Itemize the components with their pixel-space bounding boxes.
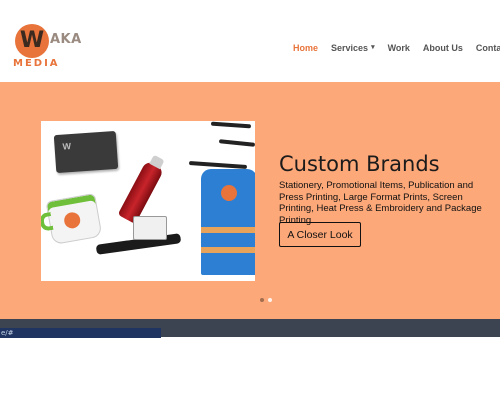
slider-dot-2[interactable]	[268, 298, 272, 302]
logo-suffix: AKA	[50, 32, 82, 47]
logo-letter: W	[19, 28, 45, 53]
nav-home[interactable]: Home	[293, 43, 318, 53]
products-image: W	[41, 121, 255, 281]
nav-services[interactable]: Services ▾	[331, 43, 375, 53]
mug-product	[41, 192, 103, 246]
nav-contact[interactable]: Contact U	[476, 43, 500, 53]
reflective-vest-product	[201, 169, 255, 275]
mug-logo	[62, 211, 82, 230]
slider-dots	[260, 298, 276, 302]
waka-media-logo[interactable]: W AKA MEDIA	[12, 22, 82, 72]
nav-work[interactable]: Work	[388, 43, 410, 53]
hero-description: Stationery, Promotional Items, Publicati…	[279, 180, 482, 226]
nav-about[interactable]: About Us	[423, 43, 463, 53]
mug-handle	[41, 211, 54, 232]
pen-product	[188, 160, 248, 170]
chevron-down-icon: ▾	[371, 44, 375, 51]
water-bottle-product	[117, 154, 165, 225]
id-card-product	[133, 216, 167, 240]
card-holder-product: W	[53, 130, 119, 174]
card-holder-logo: W	[62, 141, 72, 152]
hero-title: Custom Brands	[279, 152, 440, 176]
logo-subtitle: MEDIA	[13, 58, 60, 69]
closer-look-button[interactable]: A Closer Look	[279, 222, 361, 247]
vest-logo	[221, 185, 237, 201]
slider-dot-1[interactable]	[260, 298, 264, 302]
pen-product	[210, 121, 252, 129]
main-nav: Home Services ▾ Work About Us Contact U	[293, 43, 500, 53]
hero-slider: W Custom Brands Stationery, Promotional …	[0, 82, 500, 319]
pen-product	[218, 139, 255, 147]
status-bar-url: e/#	[0, 328, 161, 338]
logo-circle-mark: W	[15, 24, 49, 58]
nav-services-label: Services	[331, 43, 369, 53]
site-header: W AKA MEDIA Home Services ▾ Work About U…	[0, 0, 500, 82]
bottle-cap	[149, 154, 165, 170]
